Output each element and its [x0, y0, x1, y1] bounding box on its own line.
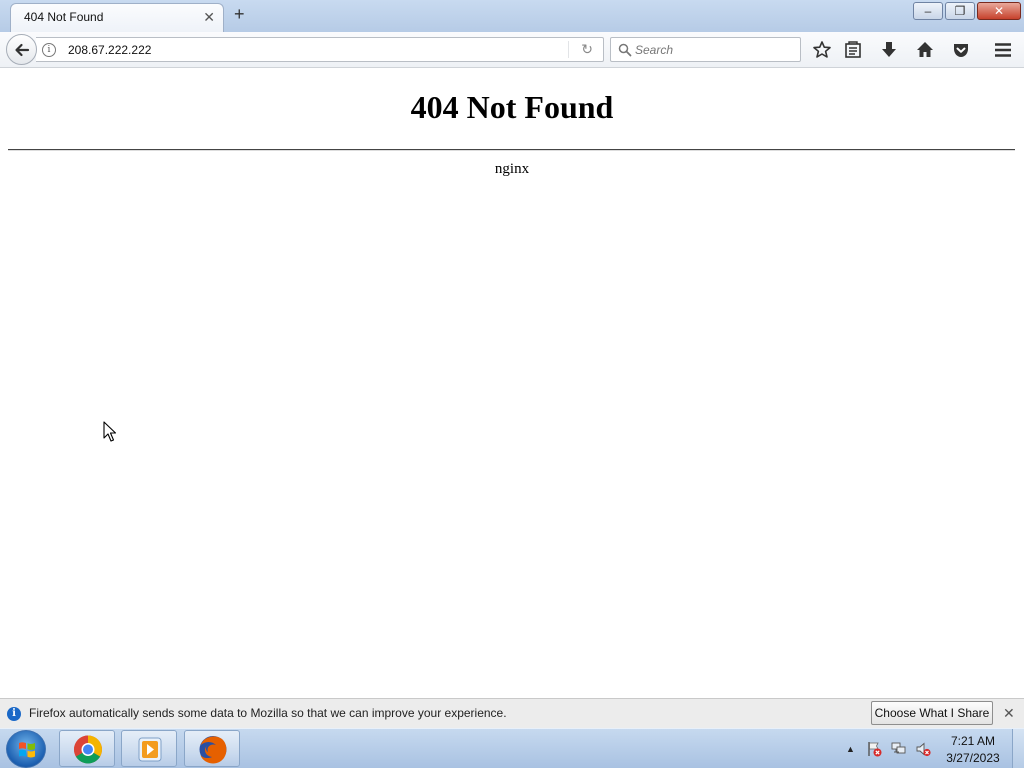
close-window-button[interactable]: ✕: [977, 2, 1021, 20]
info-icon: i: [7, 707, 21, 721]
home-icon[interactable]: [915, 40, 935, 60]
search-icon: [618, 43, 632, 57]
back-arrow-icon: [15, 43, 30, 57]
clock-date[interactable]: 3/27/2023: [937, 751, 1009, 765]
chrome-icon: [74, 735, 102, 764]
page-heading: 404 Not Found: [410, 89, 614, 125]
tab-title: 404 Not Found: [24, 10, 104, 24]
media-player-icon: [138, 737, 162, 762]
reload-icon[interactable]: ↻: [581, 41, 593, 58]
url-bar[interactable]: i 208.67.222.222 ↻: [36, 37, 604, 62]
choose-what-i-share-button[interactable]: Choose What I Share: [871, 701, 993, 725]
pocket-icon[interactable]: [951, 40, 971, 60]
download-icon[interactable]: [879, 40, 899, 60]
close-icon: ✕: [993, 4, 1005, 18]
network-icon[interactable]: [891, 741, 907, 757]
site-info-icon[interactable]: i: [42, 43, 56, 57]
url-separator: [568, 41, 569, 58]
page-content: 404 Not Found nginx: [0, 69, 1024, 698]
taskbar: ▲ 7:21 AM 3/27/2023: [0, 728, 1024, 768]
start-button[interactable]: [6, 730, 46, 768]
reading-list-icon[interactable]: [843, 40, 863, 60]
new-tab-plus-icon[interactable]: +: [234, 5, 245, 23]
mouse-cursor-icon: [103, 421, 117, 442]
minimize-button[interactable]: –: [913, 2, 943, 20]
bookmark-star-icon[interactable]: [812, 40, 832, 60]
window-controls: – ❐ ✕: [911, 2, 1021, 20]
restore-icon: ❐: [954, 4, 966, 18]
firefox-icon: [199, 736, 227, 764]
url-text[interactable]: 208.67.222.222: [68, 43, 151, 57]
title-bar: 404 Not Found ✕ + – ❐ ✕: [0, 0, 1024, 33]
notification-text: Firefox automatically sends some data to…: [29, 706, 507, 720]
action-center-flag-icon[interactable]: [866, 741, 882, 757]
back-button[interactable]: [6, 34, 37, 65]
show-desktop-button[interactable]: [1012, 729, 1024, 768]
navigation-toolbar: i 208.67.222.222 ↻: [0, 32, 1024, 68]
windows-logo-icon: [19, 742, 35, 758]
tray-expand-icon[interactable]: ▲: [846, 744, 855, 754]
menu-icon[interactable]: [993, 40, 1013, 60]
taskbar-media-player[interactable]: [121, 730, 177, 767]
search-input[interactable]: [635, 40, 795, 59]
tab-close-icon[interactable]: ✕: [203, 9, 215, 26]
volume-muted-icon[interactable]: [915, 741, 931, 757]
notification-bar: i Firefox automatically sends some data …: [0, 698, 1024, 728]
notification-close-icon[interactable]: ✕: [1003, 705, 1015, 722]
taskbar-firefox[interactable]: [184, 730, 240, 767]
minimize-icon: –: [924, 4, 932, 18]
taskbar-chrome[interactable]: [59, 730, 115, 767]
server-name: nginx: [494, 161, 530, 177]
restore-button[interactable]: ❐: [945, 2, 975, 20]
browser-tab[interactable]: 404 Not Found ✕: [10, 3, 224, 33]
search-bar[interactable]: [610, 37, 801, 62]
horizontal-rule: [8, 149, 1015, 151]
clock-time[interactable]: 7:21 AM: [937, 734, 1009, 748]
